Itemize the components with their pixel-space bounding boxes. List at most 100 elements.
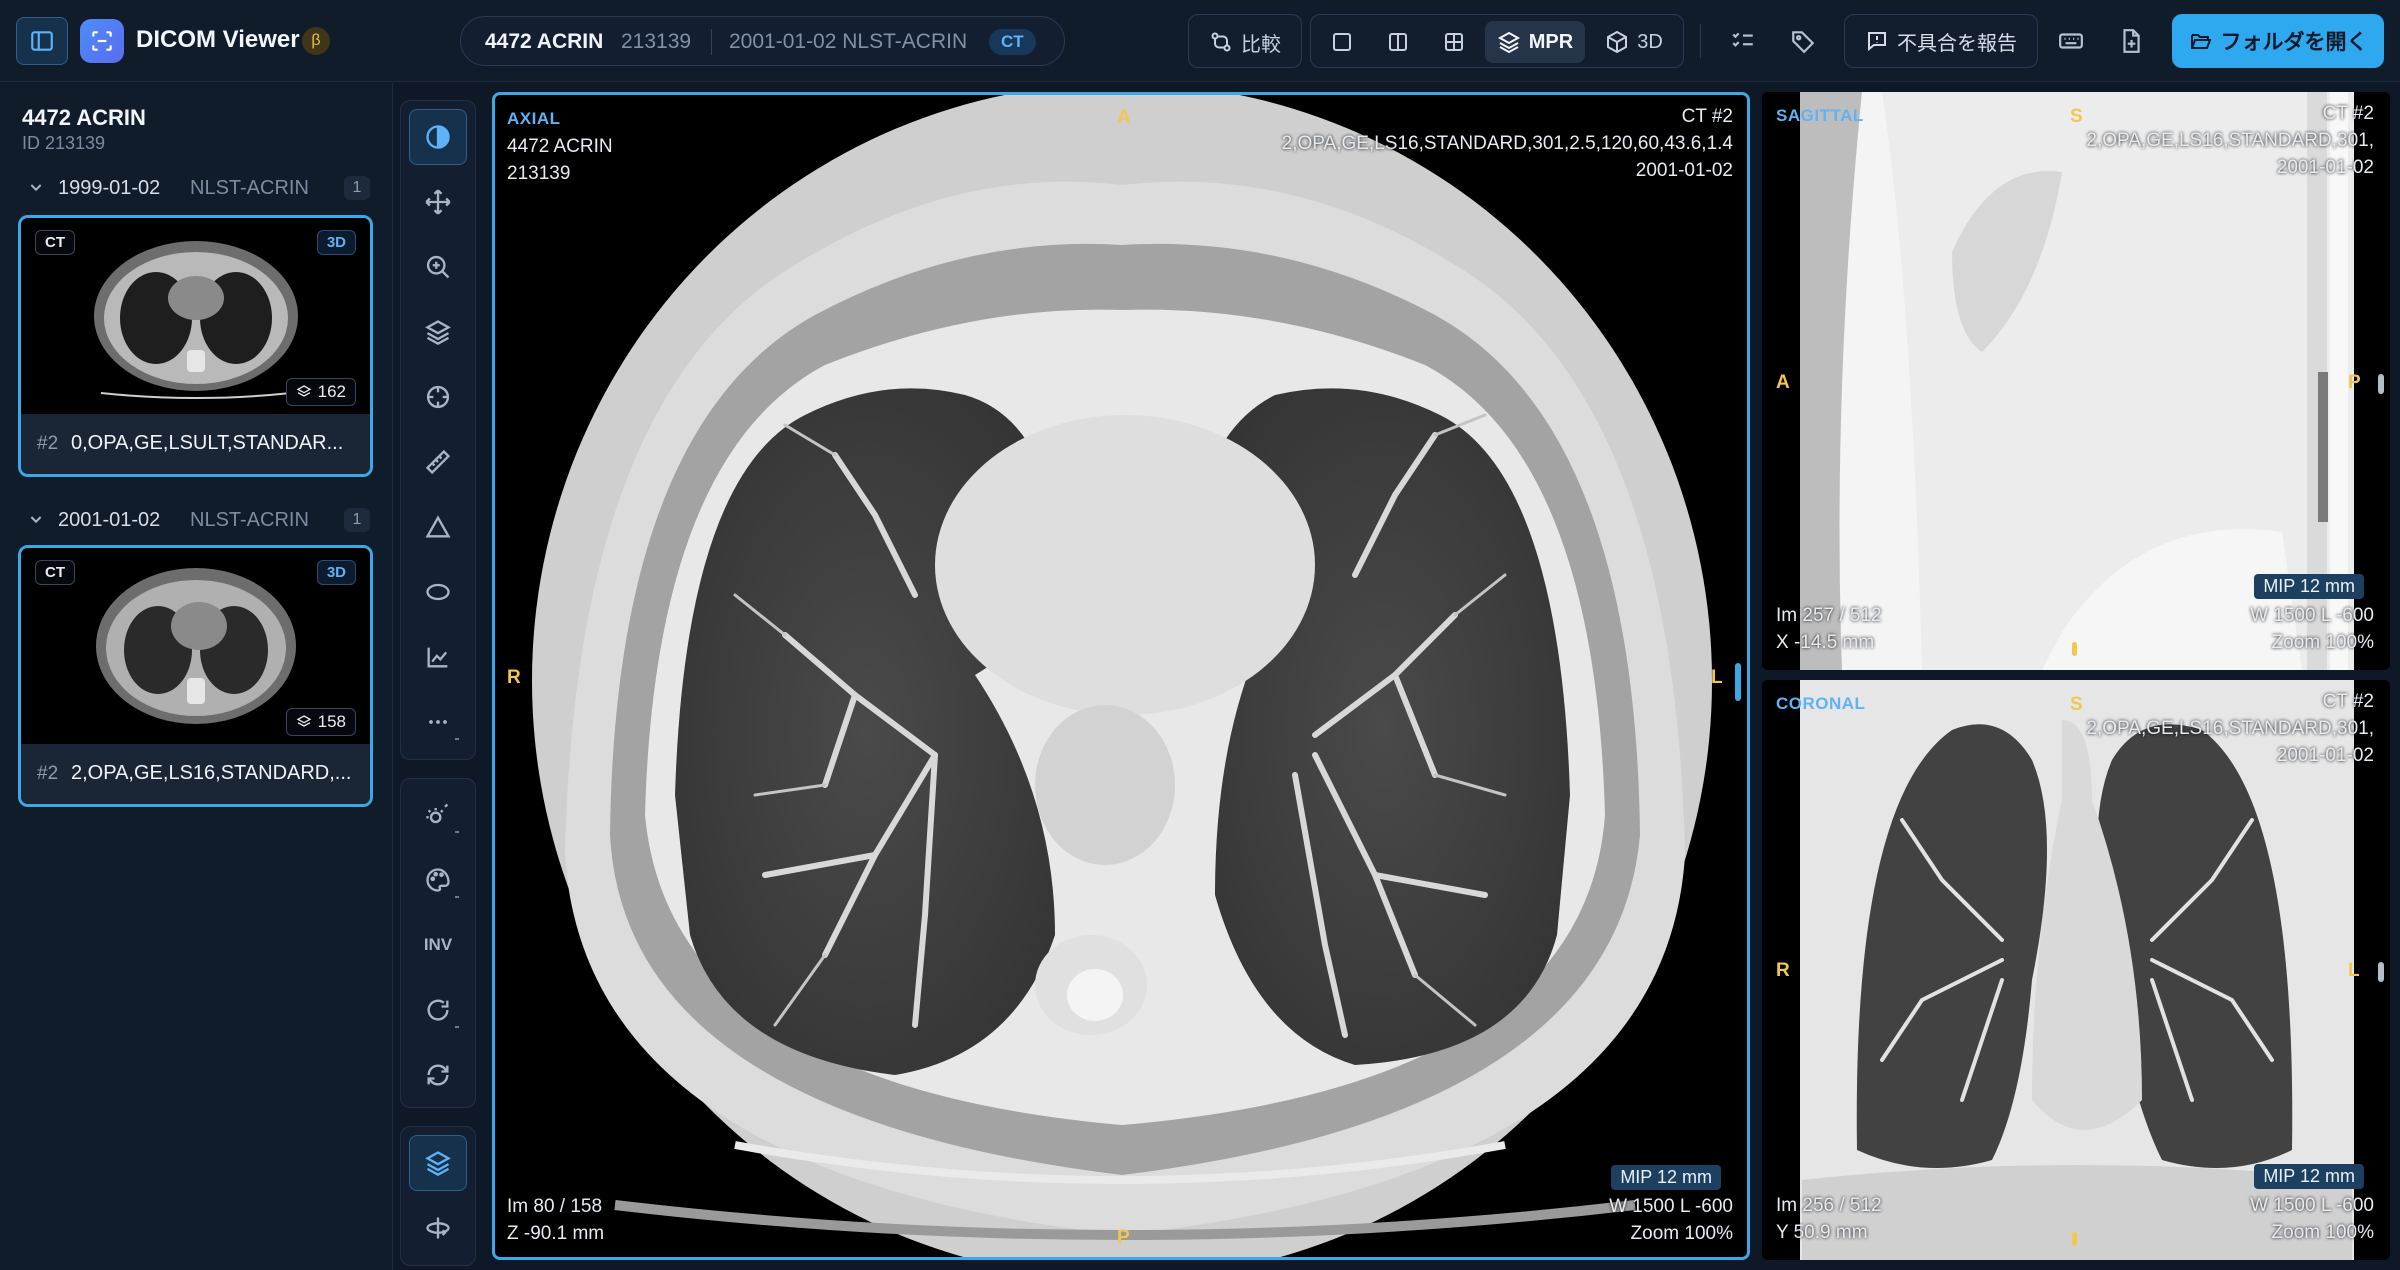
- probe-tool[interactable]: [409, 629, 467, 685]
- study-header-1999[interactable]: 1999-01-02 NLST-ACRIN 1: [22, 173, 372, 203]
- series-card[interactable]: CT 3D 158 #2 2,OPA,GE,LS16,STANDARD,...: [18, 545, 373, 807]
- study-institution: NLST-ACRIN: [190, 509, 309, 531]
- mip-badge[interactable]: MIP 12 mm: [2254, 574, 2364, 599]
- app-header: DICOM Viewer β 4472 ACRIN 213139 2001-01…: [0, 0, 2400, 82]
- compare-icon: [1211, 32, 1231, 52]
- 3d-badge: 3D: [316, 560, 356, 585]
- keyboard-shortcuts-button[interactable]: [2050, 20, 2092, 62]
- tag-button[interactable]: [1782, 20, 1824, 62]
- study-sidebar: 4472 ACRIN ID 213139 1999-01-02 NLST-ACR…: [0, 83, 393, 1270]
- study-selector[interactable]: 4472 ACRIN 213139 2001-01-02 NLST-ACRIN …: [460, 16, 1065, 66]
- header-divider: [1700, 24, 1701, 58]
- layout-single-button[interactable]: [1317, 21, 1367, 63]
- angle-tool[interactable]: [409, 499, 467, 555]
- overlay-patient-name: 4472 ACRIN: [507, 136, 613, 157]
- mpr-button[interactable]: MPR: [1485, 21, 1585, 63]
- overlay-window-level: W 1500 L -600: [2250, 605, 2374, 626]
- chevron-down-icon: [30, 516, 42, 524]
- more-tools-button[interactable]: [409, 694, 467, 750]
- orientation-right: P: [2348, 372, 2361, 393]
- slice-scrollbar[interactable]: [2378, 374, 2384, 394]
- open-folder-button[interactable]: フォルダを開く: [2172, 14, 2384, 68]
- series-description: 2,OPA,GE,LS16,STANDARD,...: [71, 762, 352, 784]
- invert-button[interactable]: INV: [409, 917, 467, 973]
- image-count: 162: [317, 382, 346, 401]
- mip-badge[interactable]: MIP 12 mm: [2254, 1164, 2364, 1189]
- rotate-icon: [427, 999, 449, 1021]
- mip-badge[interactable]: MIP 12 mm: [1611, 1165, 1721, 1190]
- compare-button[interactable]: 比較: [1195, 21, 1295, 63]
- viewport-plane-label: AXIAL: [507, 109, 561, 128]
- overlay-window-level: W 1500 L -600: [2250, 1195, 2374, 1216]
- 3d-label: 3D: [1637, 30, 1663, 53]
- patient-overlay: 4472 ACRIN 213139: [507, 133, 613, 187]
- orientation-left: R: [1776, 960, 1790, 981]
- 3d-button[interactable]: 3D: [1591, 21, 1677, 63]
- layout-split-button[interactable]: [1373, 21, 1423, 63]
- scroll-tool[interactable]: [409, 304, 467, 360]
- orientation-top: S: [2070, 106, 2083, 127]
- rotate-button[interactable]: [409, 982, 467, 1038]
- report-issue-button[interactable]: 不具合を報告: [1844, 14, 2038, 68]
- overlay-series: CT #2: [2322, 103, 2374, 124]
- sagittal-viewport[interactable]: SAGITTAL CT #2 2,OPA,GE,LS16,STANDARD,30…: [1762, 92, 2390, 670]
- layout-grid-button[interactable]: [1429, 21, 1479, 63]
- overlay-slice-position: Y 50.9 mm: [1776, 1222, 1868, 1243]
- tag-icon: [1792, 31, 1815, 54]
- pan-tool[interactable]: [409, 174, 467, 230]
- series-number: #2: [37, 433, 59, 454]
- series-card[interactable]: CT 3D 162 #2 0,OPA,GE,LSULT,STANDAR...: [18, 215, 373, 477]
- window-level-tool[interactable]: [409, 109, 467, 165]
- overlay-window-level: W 1500 L -600: [1609, 1196, 1733, 1217]
- series-overlay: CT #2 2,OPA,GE,LS16,STANDARD,301,2.5,120…: [1282, 103, 1733, 184]
- 3d-rotate-button[interactable]: [409, 1200, 467, 1256]
- layers-icon: [425, 320, 451, 346]
- more-icon: [429, 720, 447, 724]
- ellipse-roi-tool[interactable]: [409, 564, 467, 620]
- crosshair-icon: [426, 385, 450, 409]
- reset-view-button[interactable]: [409, 1047, 467, 1103]
- orientation-left: R: [507, 667, 521, 688]
- crosshair-tool[interactable]: [409, 369, 467, 425]
- submenu-indicator: [455, 896, 459, 898]
- orientation-left: A: [1776, 372, 1790, 393]
- axial-viewport[interactable]: AXIAL 4472 ACRIN 213139 CT #2 2,OPA,GE,L…: [492, 92, 1750, 1260]
- cube-icon: [1607, 30, 1628, 54]
- overlay-series-description: 2,OPA,GE,LS16,STANDARD,301,: [2086, 718, 2374, 739]
- overlay-series: CT #2: [2322, 691, 2374, 712]
- orientation-top: S: [2070, 694, 2083, 715]
- series-number: #2: [37, 763, 59, 784]
- chevron-down-icon: [30, 184, 42, 192]
- slice-scrollbar[interactable]: [2378, 962, 2384, 982]
- slice-scrollbar[interactable]: [1735, 663, 1741, 701]
- crosshair-marker[interactable]: [2072, 1232, 2077, 1246]
- invert-label: INV: [423, 935, 453, 954]
- series-overlay: CT #2 2,OPA,GE,LS16,STANDARD,301, 2001-0…: [2086, 688, 2374, 769]
- overlay-slice-position: Z -90.1 mm: [507, 1223, 605, 1244]
- zoom-tool[interactable]: [409, 239, 467, 295]
- crosshair-marker[interactable]: [2072, 642, 2077, 656]
- ellipse-icon: [426, 583, 450, 601]
- axial-ct-image: [532, 95, 1712, 1257]
- window-presets-button[interactable]: [409, 787, 467, 843]
- length-tool[interactable]: [409, 434, 467, 490]
- window-overlay: W 1500 L -600 Zoom 100%: [2250, 1192, 2374, 1246]
- coronal-viewport[interactable]: CORONAL CT #2 2,OPA,GE,LS16,STANDARD,301…: [1762, 680, 2390, 1260]
- overlay-study-date: 2001-01-02: [2276, 157, 2374, 178]
- refresh-icon: [427, 1064, 449, 1086]
- checklist-button[interactable]: [1722, 20, 1764, 62]
- sidebar-toggle-button[interactable]: [16, 17, 68, 65]
- study-patient-id: 213139: [621, 30, 692, 53]
- mpr-label: MPR: [1528, 30, 1574, 53]
- study-modality-badge: CT: [989, 29, 1036, 55]
- submenu-indicator: [455, 738, 459, 740]
- add-file-button[interactable]: [2110, 20, 2152, 62]
- layout-group: MPR 3D: [1310, 14, 1684, 68]
- study-header-2001[interactable]: 2001-01-02 NLST-ACRIN 1: [22, 505, 372, 535]
- colormap-button[interactable]: [409, 852, 467, 908]
- mpr-view-button[interactable]: [409, 1135, 467, 1191]
- overlay-image-index: Im 256 / 512: [1776, 1195, 1882, 1216]
- series-count-badge: 1: [344, 176, 370, 200]
- open-folder-label: フォルダを開く: [2220, 31, 2368, 54]
- overlay-study-date: 2001-01-02: [2276, 745, 2374, 766]
